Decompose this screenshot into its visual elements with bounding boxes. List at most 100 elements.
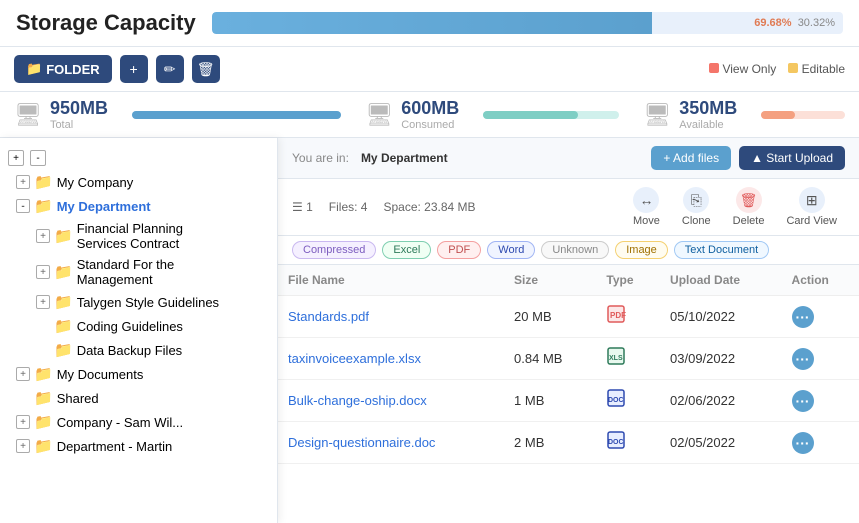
file-link[interactable]: Design-questionnaire.doc bbox=[288, 435, 435, 450]
filter-text-document[interactable]: Text Document bbox=[674, 241, 769, 259]
total-label: Total bbox=[50, 119, 108, 131]
consumed-label: Consumed bbox=[401, 119, 459, 131]
toggle-my-company[interactable]: + bbox=[16, 175, 30, 189]
folder-button[interactable]: 📁 FOLDER bbox=[14, 55, 112, 83]
sidebar-item-my-department[interactable]: - 📁 My Department bbox=[0, 194, 277, 218]
sidebar-item-standard-management[interactable]: + 📁 Standard For theManagement bbox=[0, 254, 277, 290]
file-info-bar: ☰ 1 Files: 4 Space: 23.84 MB ↔ Move ⎘ Cl… bbox=[278, 179, 859, 236]
view-only-label: View Only bbox=[722, 62, 776, 76]
total-value: 950MB bbox=[50, 98, 108, 119]
folder-financial-icon: 📁 bbox=[54, 227, 73, 245]
file-type-icon: DOC bbox=[606, 392, 626, 412]
col-upload-date: Upload Date bbox=[660, 265, 782, 296]
filter-unknown[interactable]: Unknown bbox=[541, 241, 609, 259]
svg-text:DOC: DOC bbox=[608, 397, 624, 404]
table-row: taxinvoiceexample.xlsx0.84 MBXLS03/09/20… bbox=[278, 338, 859, 380]
col-type: Type bbox=[596, 265, 660, 296]
sidebar-item-shared[interactable]: 📁 Shared bbox=[0, 386, 277, 410]
svg-text:DOC: DOC bbox=[608, 439, 624, 446]
consumed-value: 600MB bbox=[401, 98, 459, 119]
toggle-my-documents[interactable]: + bbox=[16, 367, 30, 381]
row-action-button[interactable]: ··· bbox=[792, 348, 814, 370]
row-action-button[interactable]: ··· bbox=[792, 390, 814, 412]
filter-pdf[interactable]: PDF bbox=[437, 241, 481, 259]
collapse-all-button[interactable]: + bbox=[8, 150, 24, 166]
toggle-dept-martin[interactable]: + bbox=[16, 439, 30, 453]
file-action: ··· bbox=[782, 296, 859, 338]
file-link[interactable]: taxinvoiceexample.xlsx bbox=[288, 351, 421, 366]
col-action: Action bbox=[782, 265, 859, 296]
toggle-talygen-style[interactable]: + bbox=[36, 295, 50, 309]
folder-my-company-icon: 📁 bbox=[34, 173, 53, 191]
folder-company-sam-icon: 📁 bbox=[34, 413, 53, 431]
file-type: PDF bbox=[596, 296, 660, 338]
editable-label: Editable bbox=[802, 62, 845, 76]
folder-label: FOLDER bbox=[46, 62, 99, 77]
file-link[interactable]: Standards.pdf bbox=[288, 309, 369, 324]
start-upload-button[interactable]: ▲ Start Upload bbox=[739, 146, 845, 170]
file-link[interactable]: Bulk-change-oship.docx bbox=[288, 393, 427, 408]
file-type: DOC bbox=[596, 380, 660, 422]
content-header: You are in: My Department + Add files ▲ … bbox=[278, 138, 859, 179]
toggle-standard-mgmt[interactable]: + bbox=[36, 265, 50, 279]
file-date: 05/10/2022 bbox=[660, 296, 782, 338]
file-date: 02/06/2022 bbox=[660, 380, 782, 422]
folder-talygen-icon: 📁 bbox=[54, 293, 73, 311]
toolbar: 📁 FOLDER + ✏ 🗑 View Only Editable bbox=[0, 47, 859, 92]
svg-text:PDF: PDF bbox=[610, 311, 626, 320]
delete-button[interactable]: 🗑 Delete bbox=[725, 184, 773, 230]
filter-excel[interactable]: Excel bbox=[382, 241, 431, 259]
add-files-button[interactable]: + Add files bbox=[651, 146, 731, 170]
move-button[interactable]: ↔ Move bbox=[625, 184, 668, 230]
filter-word[interactable]: Word bbox=[487, 241, 535, 259]
folder-backup-icon: 📁 bbox=[54, 341, 73, 359]
edit-folder-button[interactable]: ✏ bbox=[156, 55, 184, 83]
sidebar-item-label: Standard For theManagement bbox=[77, 257, 175, 287]
storage-stats: 🖥 950MB Total 🖥 600MB Consumed 🖥 350MB A… bbox=[0, 92, 859, 138]
add-folder-button[interactable]: + bbox=[120, 55, 148, 83]
sidebar-item-my-company[interactable]: + 📁 My Company bbox=[0, 170, 277, 194]
clone-button[interactable]: ⎘ Clone bbox=[674, 184, 719, 230]
card-view-button[interactable]: ⊞ Card View bbox=[778, 184, 845, 230]
folder-my-department-icon: 📁 bbox=[34, 197, 53, 215]
sidebar-item-my-documents[interactable]: + 📁 My Documents bbox=[0, 362, 277, 386]
file-date: 02/05/2022 bbox=[660, 422, 782, 464]
col-filename: File Name bbox=[278, 265, 504, 296]
hdd-icon: 🖥 bbox=[14, 102, 42, 128]
total-stat: 🖥 950MB Total bbox=[14, 98, 108, 131]
sidebar-tree: + - + 📁 My Company - 📁 My Department + 📁… bbox=[0, 138, 278, 523]
page-title: Storage Capacity bbox=[16, 10, 196, 36]
content-area: You are in: My Department + Add files ▲ … bbox=[278, 138, 859, 523]
toggle-financial-planning[interactable]: + bbox=[36, 229, 50, 243]
hdd-consumed-icon: 🖥 bbox=[365, 102, 393, 128]
capacity-bar: 69.68% 30.32% bbox=[212, 12, 843, 34]
sidebar-item-label: Shared bbox=[57, 391, 99, 406]
toggle-company-sam[interactable]: + bbox=[16, 415, 30, 429]
table-row: Bulk-change-oship.docx1 MBDOC02/06/2022·… bbox=[278, 380, 859, 422]
sidebar-item-coding-guidelines[interactable]: 📁 Coding Guidelines bbox=[0, 314, 277, 338]
filter-image[interactable]: Image bbox=[615, 241, 668, 259]
filter-bar: Compressed Excel PDF Word Unknown Image … bbox=[278, 236, 859, 265]
file-size: 2 MB bbox=[504, 422, 596, 464]
table-row: Design-questionnaire.doc 2 MB DOC 02/05/202… bbox=[278, 422, 859, 464]
expand-all-button[interactable]: - bbox=[30, 150, 46, 166]
row-action-button[interactable]: ··· bbox=[792, 432, 814, 454]
consumed-bar bbox=[483, 111, 619, 119]
sidebar-item-data-backup[interactable]: 📁 Data Backup Files bbox=[0, 338, 277, 362]
sidebar-item-company-sam[interactable]: + 📁 Company - Sam Wil... bbox=[0, 410, 277, 434]
sidebar-item-talygen-style[interactable]: + 📁 Talygen Style Guidelines bbox=[0, 290, 277, 314]
available-bar bbox=[761, 111, 845, 119]
file-action: ··· bbox=[782, 422, 859, 464]
row-action-button[interactable]: ··· bbox=[792, 306, 814, 328]
sidebar-item-label: My Company bbox=[57, 175, 134, 190]
toggle-my-department[interactable]: - bbox=[16, 199, 30, 213]
move-icon: ↔ bbox=[633, 187, 659, 213]
sidebar-item-dept-martin[interactable]: + 📁 Department - Martin bbox=[0, 434, 277, 458]
sidebar-item-financial-planning[interactable]: + 📁 Financial PlanningServices Contract bbox=[0, 218, 277, 254]
clone-icon: ⎘ bbox=[683, 187, 709, 213]
filter-compressed[interactable]: Compressed bbox=[292, 241, 376, 259]
folder-coding-icon: 📁 bbox=[54, 317, 73, 335]
folder-icon: 📁 bbox=[26, 61, 42, 77]
header: Storage Capacity 69.68% 30.32% bbox=[0, 0, 859, 47]
delete-folder-button[interactable]: 🗑 bbox=[192, 55, 220, 83]
